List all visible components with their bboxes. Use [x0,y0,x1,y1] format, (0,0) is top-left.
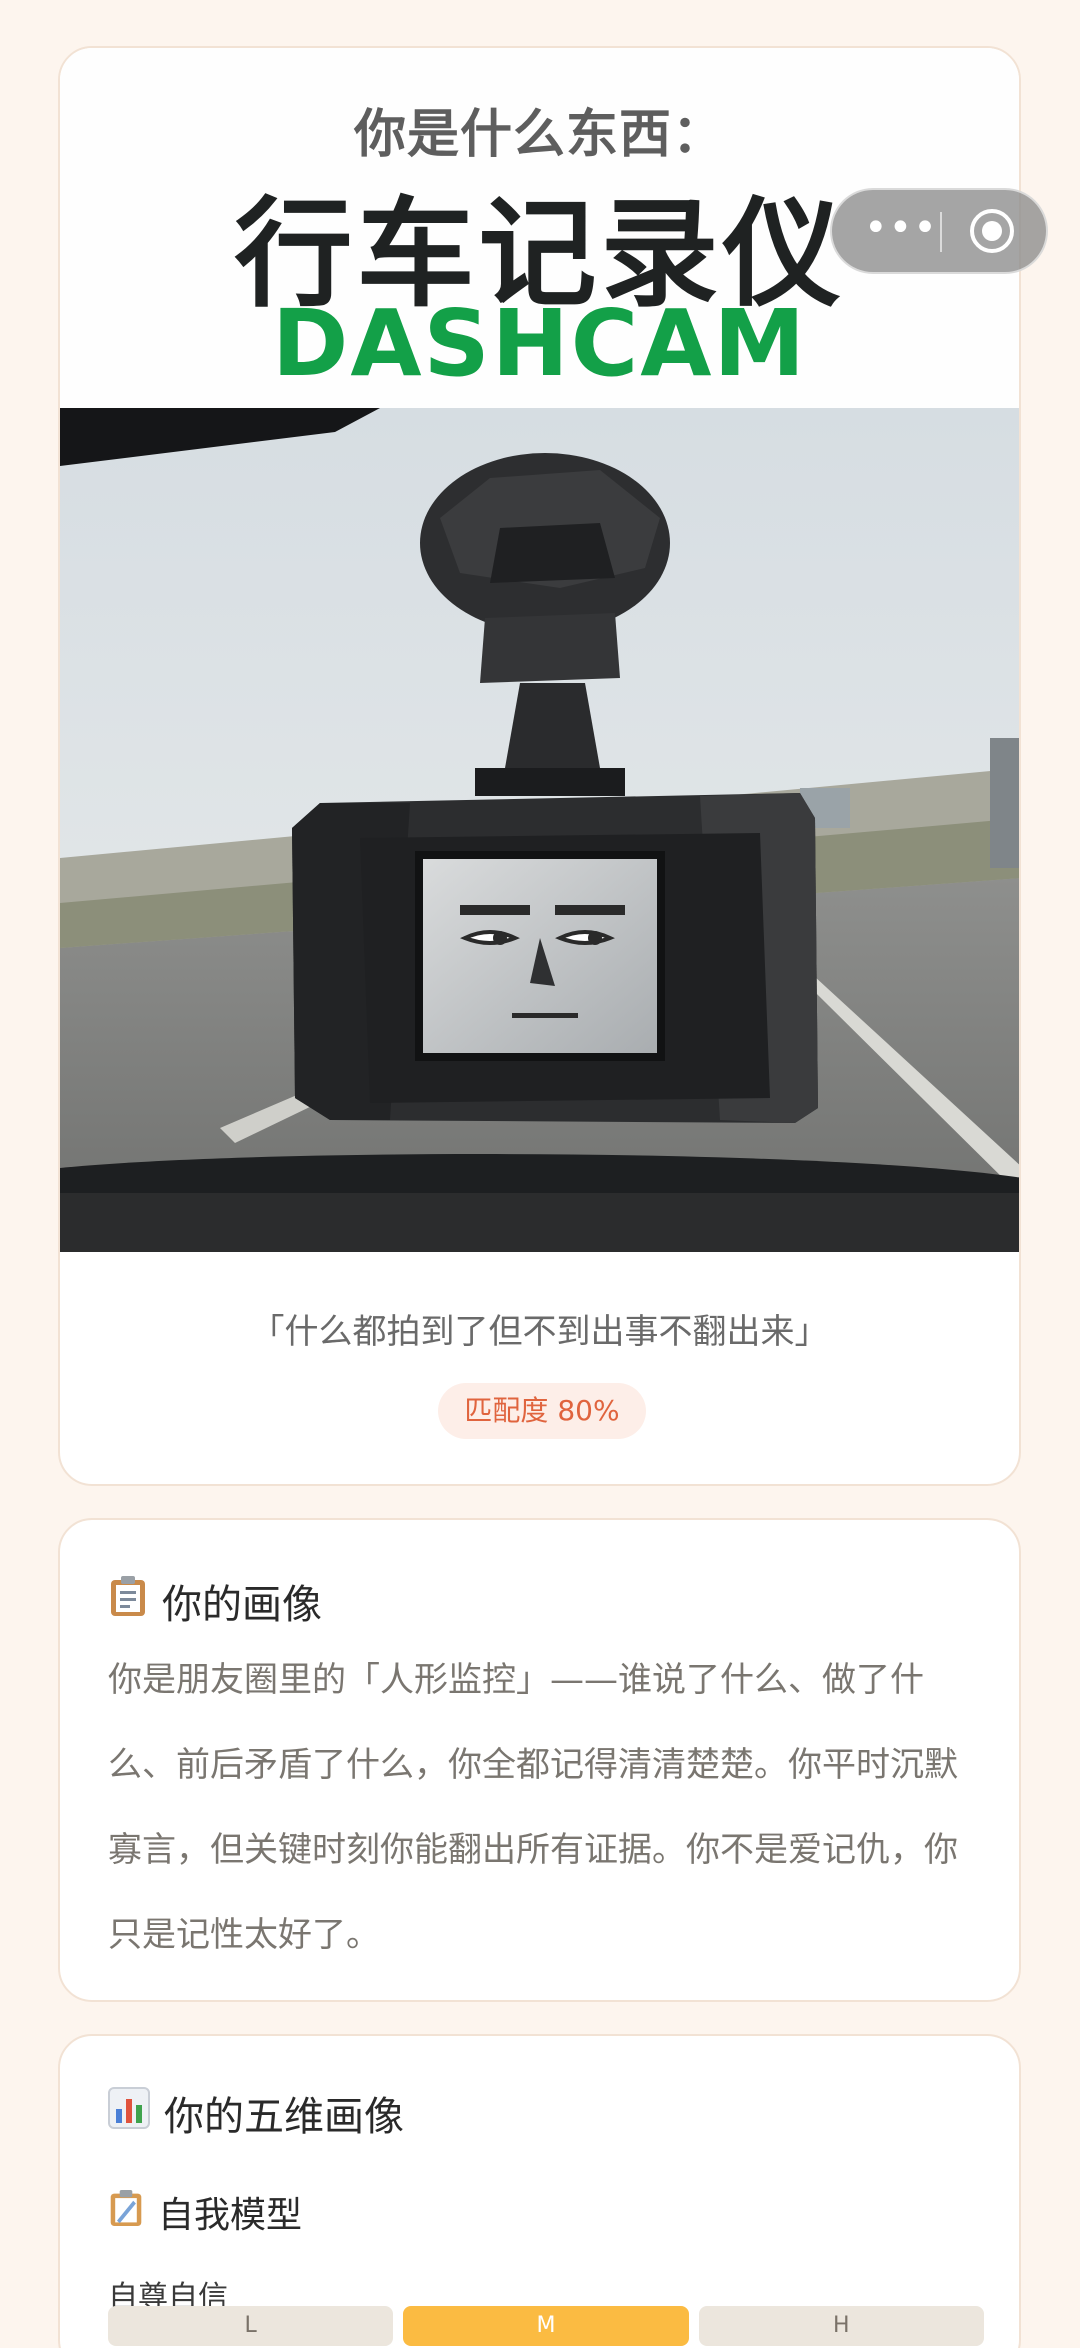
result-subtitle: 你是什么东西： [353,105,725,165]
result-page: 你是什么东西： 行车记录仪 DASHCAM 「什么都拍到了但不到出事不翻出来」 … [0,0,1080,2348]
scale-high: H [698,2306,984,2346]
result-title-english: DASHCAM [271,290,808,397]
profile-card: 你的画像 你是朋友圈里的「人形监控」——谁说了什么、做了什么、前后矛盾了什么，你… [58,1518,1021,2002]
dimension-scale: L M H [108,2306,984,2346]
target-close-icon[interactable] [970,209,1014,253]
model-title: 自我模型 [108,2186,302,2238]
dashcam-illustration [60,408,1019,1252]
profile-description: 你是朋友圈里的「人形监控」——谁说了什么、做了什么、前后矛盾了什么，你全都记得清… [108,1660,958,1955]
capsule-divider [940,212,942,252]
match-badge: 匹配度 80% [438,1383,646,1439]
mini-program-capsule: ••• [830,188,1048,274]
clipboard-icon [108,2188,144,2237]
scale-low: L [108,2306,394,2346]
dimensions-card: 你的五维画像 自我模型 自尊自信 L M H [58,2034,1021,2348]
dimensions-title: 你的五维画像 [108,2084,404,2142]
more-dots-icon[interactable]: ••• [864,208,937,248]
profile-title-text: 你的画像 [162,1582,322,1628]
result-quote: 「什么都拍到了但不到出事不翻出来」 [250,1312,829,1352]
dimensions-title-text: 你的五维画像 [164,2094,404,2140]
clipboard-icon [108,1574,148,1628]
profile-title: 你的画像 [108,1572,322,1630]
model-title-text: 自我模型 [158,2195,303,2236]
bar-chart-icon [108,2087,150,2139]
scale-medium: M [403,2306,689,2346]
